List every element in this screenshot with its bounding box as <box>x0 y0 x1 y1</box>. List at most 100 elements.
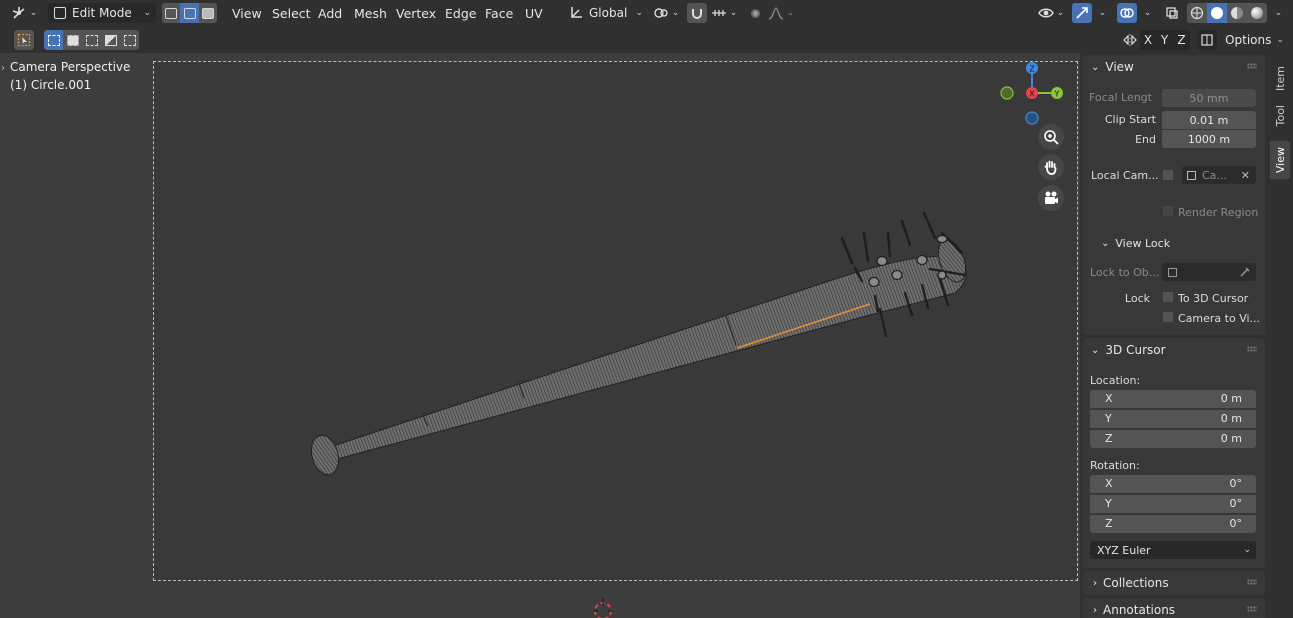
drag-handle-icon[interactable] <box>1247 579 1257 585</box>
select-mode-invert-button[interactable] <box>101 30 120 50</box>
drag-handle-icon[interactable] <box>1247 63 1257 69</box>
topology-mirror-toggle[interactable] <box>1197 30 1217 50</box>
cursor-rotation-x[interactable]: X 0° <box>1090 475 1256 493</box>
vertex-select-button[interactable] <box>162 3 180 23</box>
camera-view-button[interactable] <box>1038 185 1064 211</box>
shading-material-button[interactable] <box>1227 3 1247 23</box>
annotations-panel-header[interactable]: › Annotations <box>1083 598 1175 618</box>
menu-vertex[interactable]: Vertex <box>396 4 436 22</box>
clip-end-field[interactable]: 1000 m <box>1162 130 1256 148</box>
proportional-editing-toggle[interactable] <box>745 3 765 23</box>
select-mode-subtract-button[interactable] <box>82 30 101 50</box>
drag-handle-icon[interactable] <box>1247 346 1257 352</box>
cursor-location-y[interactable]: Y 0 m <box>1090 410 1256 428</box>
eyedropper-icon[interactable] <box>1240 267 1250 277</box>
annotations-panel[interactable]: › Annotations <box>1083 598 1265 618</box>
gizmo-options-dropdown[interactable]: ⌄ <box>1093 3 1109 23</box>
snap-toggle[interactable] <box>687 3 707 23</box>
menu-face[interactable]: Face <box>485 4 513 22</box>
local-camera-field[interactable]: Ca... ✕ <box>1182 166 1256 184</box>
clip-start-label: Clip Start <box>1104 113 1156 126</box>
3d-viewport[interactable]: › Camera Perspective (1) Circle.001 Z Y … <box>0 53 1080 618</box>
select-mode-extend-button[interactable] <box>63 30 82 50</box>
location-label: Location: <box>1090 374 1141 387</box>
mode-label: Edit Mode <box>72 6 132 20</box>
mirror-z-toggle[interactable]: Z <box>1173 30 1190 50</box>
proportional-editing-icon <box>750 8 760 18</box>
menu-add[interactable]: Add <box>318 4 342 22</box>
tab-tool[interactable]: Tool <box>1270 99 1290 133</box>
edge-select-button[interactable] <box>180 3 199 23</box>
navigation-gizmo[interactable]: Z Y X <box>995 58 1070 128</box>
gizmo-neg-z-axis[interactable] <box>1025 111 1039 125</box>
camera-to-view-checkbox[interactable] <box>1162 311 1174 323</box>
chevron-down-icon: ⌄ <box>1243 545 1251 555</box>
menu-mesh[interactable]: Mesh <box>354 4 387 22</box>
snap-target-dropdown[interactable]: ⌄ <box>708 3 740 23</box>
overlays-options-dropdown[interactable]: ⌄ <box>1138 3 1154 23</box>
collections-panel-title: Collections <box>1103 576 1169 590</box>
render-region-checkbox[interactable] <box>1162 205 1174 217</box>
tab-item[interactable]: Item <box>1270 61 1290 97</box>
cursor-location-z[interactable]: Z 0 m <box>1090 430 1256 448</box>
shading-solid-button[interactable] <box>1207 3 1227 23</box>
cursor-rotation-y[interactable]: Y 0° <box>1090 495 1256 513</box>
gizmo-toggle[interactable] <box>1072 3 1092 23</box>
pan-button[interactable] <box>1038 154 1064 180</box>
mode-dropdown[interactable]: Edit Mode ⌄ <box>48 3 156 23</box>
select-mode-intersect-button[interactable] <box>120 30 139 50</box>
shading-options-dropdown[interactable]: ⌄ <box>1268 3 1286 23</box>
shading-rendered-button[interactable] <box>1247 3 1267 23</box>
lock-to-object-field[interactable] <box>1162 263 1256 281</box>
cursor-location-x[interactable]: X 0 m <box>1090 390 1256 408</box>
overlays-toggle[interactable] <box>1117 3 1137 23</box>
menu-edge[interactable]: Edge <box>445 4 476 22</box>
cursor-rotation-z[interactable]: Z 0° <box>1090 515 1256 533</box>
rotation-mode-dropdown[interactable]: XYZ Euler ⌄ <box>1090 541 1256 559</box>
face-select-button[interactable] <box>199 3 217 23</box>
axis-label: X <box>1105 477 1113 490</box>
mirror-x-toggle[interactable]: X <box>1140 30 1156 50</box>
local-camera-checkbox[interactable] <box>1162 169 1174 181</box>
axis-value: 0° <box>1229 517 1243 530</box>
shading-wireframe-button[interactable] <box>1187 3 1207 23</box>
options-dropdown[interactable]: Options ⌄ <box>1222 30 1287 50</box>
clip-start-field[interactable]: 0.01 m <box>1162 111 1256 129</box>
mirror-options-icon-button[interactable] <box>1120 30 1140 50</box>
view-panel-header[interactable]: ⌄ View <box>1083 55 1134 79</box>
focal-length-field[interactable]: 50 mm <box>1162 89 1256 107</box>
transform-orientation-dropdown[interactable]: Global ⌄ <box>565 3 645 23</box>
view-lock-header[interactable]: ⌄ View Lock <box>1095 231 1170 255</box>
xray-toggle[interactable] <box>1162 3 1182 23</box>
collections-panel[interactable]: › Collections <box>1083 571 1265 595</box>
gizmo-neg-y-axis[interactable] <box>1000 86 1014 100</box>
falloff-dropdown[interactable]: ⌄ <box>766 3 796 23</box>
tool-settings-bar: X Y Z Options ⌄ <box>0 26 1293 53</box>
3d-cursor-panel-header[interactable]: ⌄ 3D Cursor <box>1083 338 1166 362</box>
axis-label: Z <box>1105 432 1113 445</box>
collections-panel-header[interactable]: › Collections <box>1083 571 1169 595</box>
object-visibility-dropdown[interactable]: ⌄ <box>1036 3 1066 23</box>
zoom-button[interactable] <box>1038 124 1064 150</box>
menu-select[interactable]: Select <box>272 4 311 22</box>
select-tool-button[interactable] <box>14 30 34 50</box>
chevron-down-icon: ⌄ <box>143 8 151 18</box>
menu-uv[interactable]: UV <box>525 4 543 22</box>
editor-type-button[interactable]: ⌄ <box>8 3 40 23</box>
tab-view[interactable]: View <box>1270 141 1290 179</box>
tab-tool-label: Tool <box>1273 105 1287 127</box>
select-mode-new-button[interactable] <box>44 30 63 50</box>
axis-label: Z <box>1105 517 1113 530</box>
pivot-point-button[interactable]: ⌄ <box>651 3 681 23</box>
clear-x-icon[interactable]: ✕ <box>1241 169 1250 182</box>
mirror-y-toggle[interactable]: Y <box>1156 30 1173 50</box>
chevron-down-icon: ⌄ <box>671 8 680 18</box>
chevron-down-icon: ⌄ <box>1091 61 1100 73</box>
drag-handle-icon[interactable] <box>1247 606 1257 612</box>
snap-increment-icon <box>711 10 726 16</box>
falloff-curve-icon <box>768 7 783 20</box>
overlays-icon <box>1120 8 1134 18</box>
menu-view[interactable]: View <box>232 4 262 22</box>
axis-value: 0° <box>1229 497 1243 510</box>
lock-to-3d-cursor-checkbox[interactable] <box>1162 291 1174 303</box>
